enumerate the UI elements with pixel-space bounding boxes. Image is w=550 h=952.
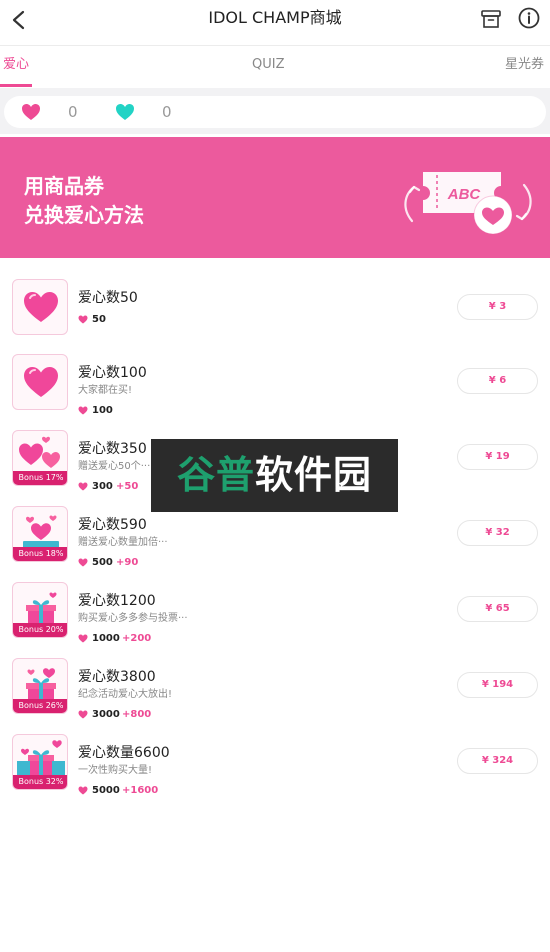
heart-amount: 1000 [92,633,120,644]
small-heart-icon [78,786,88,795]
product-name: 爱心数350 [78,441,147,457]
price-button[interactable]: ¥ 6 [457,368,538,394]
app-header: IDOL CHAMP商城 [0,0,550,46]
teal-heart-icon [116,104,134,120]
archive-box-icon [481,10,501,28]
heart-amount: 300 [92,481,113,492]
archive-button[interactable] [479,7,503,31]
heart-amount: 50 [92,314,106,325]
banner-title-line1: 用商品券 [24,174,104,198]
active-tab-indicator [0,84,32,87]
info-icon [518,7,540,29]
pink-heart-icon [22,104,40,120]
heart-amount: 100 [92,405,113,416]
product-image [12,279,68,335]
small-heart-icon [78,558,88,567]
bonus-percent-tag: Bonus 17% [13,471,67,485]
ticket-exchange-illustration: ABC [404,172,532,235]
product-description: 一次性购买大量! [78,765,153,776]
bonus-percent-tag: Bonus 26% [13,699,67,713]
small-heart-icon [78,634,88,643]
bonus-amount: +1600 [122,785,159,796]
product-image [12,354,68,410]
watermark-text-main: 软件园 [255,453,373,497]
price-button[interactable]: ¥ 32 [457,520,538,546]
product-name: 爱心数量6600 [78,745,170,761]
category-tabs: 爱心 QUIZ 星光券 [0,46,550,88]
product-image: Bonus 26% [12,658,68,714]
product-image: Bonus 32% [12,734,68,790]
product-name: 爱心数1200 [78,593,156,609]
product-image: Bonus 17% [12,430,68,486]
watermark-overlay: 谷普软件园 [151,439,398,512]
heart-amount: 3000 [92,709,120,720]
tab-starlight-ticket[interactable]: 星光券 [505,56,544,74]
product-item-100[interactable]: 爱心数100 大家都在买! 100 ¥ 6 [0,354,550,416]
bonus-amount: +50 [116,481,139,492]
product-name: 爱心数100 [78,365,147,381]
bonus-percent-tag: Bonus 20% [13,623,67,637]
pink-heart-count: 0 [68,103,78,121]
heart-icon [24,367,58,397]
small-heart-icon [78,482,88,491]
product-description: 购买爱心多多参与投票··· [78,613,188,624]
small-heart-icon [78,315,88,324]
bonus-percent-tag: Bonus 32% [13,775,67,789]
bonus-amount: +90 [116,557,139,568]
product-description: 赠送爱心50个··· [78,461,151,472]
product-item-590[interactable]: Bonus 18% 爱心数590 赠送爱心数量加倍··· 500 +90 ¥ 3… [0,506,550,568]
tab-quiz[interactable]: QUIZ [252,56,285,74]
product-name: 爱心数3800 [78,669,156,685]
bonus-percent-tag: Bonus 18% [13,547,67,561]
product-item-3800[interactable]: Bonus 26% 爱心数3800 纪念活动爱心大放出! 3000 +800 ¥… [0,658,550,720]
product-description: 纪念活动爱心大放出! [78,689,173,700]
tab-hearts[interactable]: 爱心 [3,56,29,74]
voucher-exchange-banner[interactable]: 用商品券 兑换爱心方法 ABC [0,137,550,258]
product-item-50[interactable]: 爱心数50 50 ¥ 3 [0,279,550,339]
product-item-1200[interactable]: Bonus 20% 爱心数1200 购买爱心多多参与投票··· 1000 +20… [0,582,550,644]
product-description: 赠送爱心数量加倍··· [78,537,168,548]
info-button[interactable] [516,6,542,32]
price-button[interactable]: ¥ 3 [457,294,538,320]
bonus-amount: +800 [122,709,152,720]
small-heart-icon [78,406,88,415]
watermark-text: 谷普软件园 [151,453,398,497]
banner-title-line2: 兑换爱心方法 [24,203,144,227]
small-heart-icon [78,710,88,719]
heart-balance-bar: 0 0 [4,96,546,128]
watermark-text-accent: 谷普 [176,453,255,497]
heart-amount: 5000 [92,785,120,796]
price-button[interactable]: ¥ 19 [457,444,538,470]
price-button[interactable]: ¥ 324 [457,748,538,774]
product-description: 大家都在买! [78,385,133,396]
heart-amount: 500 [92,557,113,568]
bonus-amount: +200 [122,633,152,644]
product-item-6600[interactable]: Bonus 32% 爱心数量6600 一次性购买大量! 5000 +1600 ¥… [0,734,550,796]
page-title: IDOL CHAMP商城 [208,8,342,27]
heart-icon [24,292,58,322]
product-image: Bonus 18% [12,506,68,562]
price-button[interactable]: ¥ 194 [457,672,538,698]
price-button[interactable]: ¥ 65 [457,596,538,622]
product-name: 爱心数50 [78,290,138,306]
product-image: Bonus 20% [12,582,68,638]
product-name: 爱心数590 [78,517,147,533]
teal-heart-count: 0 [162,103,172,121]
ticket-text: ABC [447,186,482,203]
